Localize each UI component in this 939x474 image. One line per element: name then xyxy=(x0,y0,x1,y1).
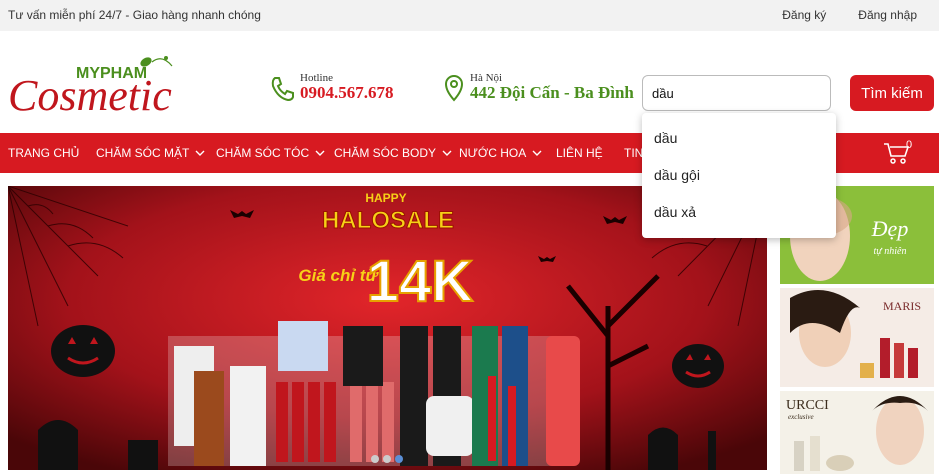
chevron-down-icon xyxy=(442,150,452,156)
search-suggestions: dầu dầu gội dầu xả xyxy=(642,113,836,238)
site-logo[interactable]: MYPHAM Cosmetic xyxy=(6,48,201,120)
nav-item-face-care[interactable]: CHĂM SÓC MẶT xyxy=(96,146,205,160)
banner-price: 14K xyxy=(367,249,474,314)
hotline-block: Hotline 0904.567.678 xyxy=(270,72,394,103)
nav-label: LIÊN HỆ xyxy=(556,146,603,160)
side-banner-title: MARIS xyxy=(883,299,921,313)
suggestion-item[interactable]: dầu xả xyxy=(654,204,696,220)
address-value: 442 Đội Cấn - Ba Đình xyxy=(470,83,634,102)
search-input[interactable] xyxy=(642,75,831,111)
support-note: Tư vấn miễn phí 24/7 - Giao hàng nhanh c… xyxy=(8,8,261,22)
side-banner-subtitle: exclusive xyxy=(788,413,814,421)
suggestion-item[interactable]: dầu gội xyxy=(654,167,700,183)
nav-item-contact[interactable]: LIÊN HỆ xyxy=(556,146,603,160)
cart-count: 0 xyxy=(906,139,913,151)
chevron-down-icon xyxy=(195,150,205,156)
nav-item-hair-care[interactable]: CHĂM SÓC TÓC xyxy=(216,146,325,160)
suggestion-item[interactable]: dầu xyxy=(654,130,677,146)
account-links: Đăng ký Đăng nhập xyxy=(782,8,917,22)
address-block: Hà Nội 442 Đội Cấn - Ba Đình xyxy=(444,72,634,103)
nav-label: CHĂM SÓC MẶT xyxy=(96,146,190,160)
chevron-down-icon xyxy=(532,150,542,156)
side-banner-subtitle: tự nhiên xyxy=(874,246,907,257)
nav-label: CHĂM SÓC TÓC xyxy=(216,146,310,160)
banner-happy: HAPPY xyxy=(365,191,406,205)
nav-item-body-care[interactable]: CHĂM SÓC BODY xyxy=(334,146,452,160)
hotline-number[interactable]: 0904.567.678 xyxy=(300,83,394,103)
slider-dot xyxy=(395,455,403,463)
pumpkin-left xyxy=(51,325,115,377)
pumpkin-right xyxy=(672,344,724,388)
phone-icon xyxy=(271,76,294,101)
nav-label: NƯỚC HOA xyxy=(459,146,527,160)
side-banner-maris[interactable]: MARIS xyxy=(780,288,934,387)
banner-halosale: HALOSALE xyxy=(322,207,454,234)
top-bar: Tư vấn miễn phí 24/7 - Giao hàng nhanh c… xyxy=(0,0,939,31)
leaf-icon xyxy=(140,56,173,67)
nav-item-perfume[interactable]: NƯỚC HOA xyxy=(459,146,542,160)
location-pin-icon xyxy=(444,74,464,102)
side-banner-urcci[interactable]: URCCI exclusive xyxy=(780,391,934,474)
nav-label: CHĂM SÓC BODY xyxy=(334,146,437,160)
slider-dots xyxy=(371,455,403,463)
register-link[interactable]: Đăng ký xyxy=(782,8,826,22)
chevron-down-icon xyxy=(315,150,325,156)
slider-dot xyxy=(383,455,391,463)
nav-item-home[interactable]: TRANG CHỦ xyxy=(8,146,79,160)
product-display xyxy=(168,321,580,466)
nav-label: TRANG CHỦ xyxy=(8,146,80,160)
slider-dot xyxy=(371,455,379,463)
search-button[interactable]: Tìm kiếm xyxy=(850,75,934,111)
side-banner-title: URCCI xyxy=(786,398,829,413)
nav-label: TIN xyxy=(624,146,644,160)
login-link[interactable]: Đăng nhập xyxy=(858,8,917,22)
side-banner-title: Đẹp xyxy=(871,216,909,241)
nav-item-news[interactable]: TIN xyxy=(624,146,643,160)
logo-brand-main: Cosmetic xyxy=(8,71,172,120)
